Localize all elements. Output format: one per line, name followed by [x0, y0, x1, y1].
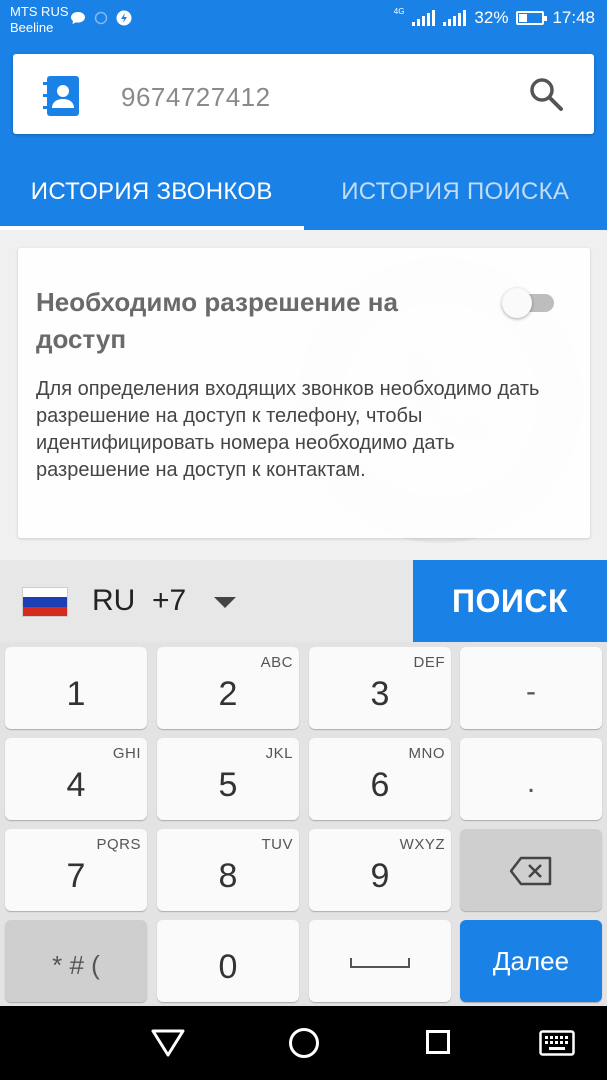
- key-letters: JKL: [265, 745, 293, 762]
- key-6[interactable]: MNO 6: [309, 738, 451, 820]
- keyboard-icon[interactable]: [539, 1030, 575, 1056]
- network-type-icon: 4G: [393, 7, 405, 16]
- country-code[interactable]: RU: [92, 584, 135, 618]
- key-label: 6: [370, 766, 390, 804]
- battery-fill: [519, 14, 528, 22]
- permission-title: Необходимо разрешение на доступ: [36, 287, 398, 354]
- backspace-key[interactable]: [460, 829, 602, 911]
- key-9[interactable]: WXYZ 9: [309, 829, 451, 911]
- chat-bubble-icon: [71, 12, 85, 24]
- key-label: 0: [218, 948, 238, 986]
- search-input[interactable]: 9674727412: [121, 82, 271, 113]
- flag-stripe-red: [23, 606, 67, 616]
- status-bar: MTS RUS Beeline 4G 32% 17:48: [0, 0, 607, 40]
- key-label: -: [526, 675, 536, 708]
- key-label: 9: [370, 857, 390, 895]
- battery-icon: [516, 11, 548, 25]
- key-1[interactable]: 1: [5, 647, 147, 729]
- key-letters: TUV: [261, 836, 293, 853]
- circle-status-icon: [94, 11, 108, 25]
- carrier-name-1: MTS RUS: [10, 4, 69, 19]
- search-icon[interactable]: [528, 76, 564, 112]
- search-box[interactable]: 9674727412: [13, 54, 594, 134]
- key-label: Далее: [492, 946, 570, 976]
- key-symbols[interactable]: * # (: [5, 920, 147, 1002]
- home-circle-icon[interactable]: [289, 1028, 319, 1058]
- key-4[interactable]: GHI 4: [5, 738, 147, 820]
- permission-toggle[interactable]: [502, 288, 556, 318]
- key-space[interactable]: [309, 920, 451, 1002]
- backspace-icon: [509, 856, 552, 886]
- key-label: 2: [218, 675, 238, 713]
- key-8[interactable]: TUV 8: [157, 829, 299, 911]
- space-icon: [350, 958, 410, 968]
- numeric-keyboard: 1 ABC 2 DEF 3 - GHI 4 JKL 5 MNO 6 . PQRS 7 TUV…: [0, 642, 607, 1006]
- flag-stripe-white: [23, 588, 67, 598]
- flag-stripe-blue: [23, 597, 67, 607]
- signal-icon-2: [443, 10, 467, 26]
- key-letters: PQRS: [96, 836, 141, 853]
- app-root: MTS RUS Beeline 4G 32% 17:48 9674727412 …: [0, 0, 607, 1080]
- battery-percent: 32%: [474, 8, 509, 27]
- clock: 17:48: [552, 8, 595, 27]
- key-label: 5: [218, 766, 238, 804]
- next-button[interactable]: Далее: [460, 920, 602, 1002]
- key-label: 1: [66, 675, 86, 713]
- key-5[interactable]: JKL 5: [157, 738, 299, 820]
- key-label: * # (: [52, 950, 100, 980]
- key-letters: MNO: [408, 745, 445, 762]
- key-letters: GHI: [112, 745, 141, 762]
- key-label: .: [526, 766, 536, 799]
- app-header: 9674727412 ИСТОРИЯ ЗВОНКОВ ИСТОРИЯ ПОИСК…: [0, 40, 607, 230]
- carrier-name-2: Beeline: [10, 20, 54, 35]
- tab-call-history[interactable]: ИСТОРИЯ ЗВОНКОВ: [0, 154, 304, 230]
- tab-search-history[interactable]: ИСТОРИЯ ПОИСКА: [304, 154, 607, 230]
- search-button[interactable]: ПОИСК: [413, 560, 607, 642]
- recent-apps-icon[interactable]: [426, 1030, 450, 1054]
- navigation-bar: [0, 1006, 607, 1080]
- key-label: 3: [370, 675, 390, 713]
- carrier-info: MTS RUS Beeline: [10, 4, 69, 36]
- contact-book-icon[interactable]: [43, 76, 79, 116]
- status-right: 4G 32% 17:48: [394, 8, 595, 28]
- permission-description: Для определения входящих звонков необход…: [36, 378, 540, 481]
- signal-icon-1: [412, 10, 436, 26]
- key-2[interactable]: ABC 2: [157, 647, 299, 729]
- russia-flag-icon[interactable]: [22, 587, 68, 617]
- key-letters: DEF: [413, 654, 445, 671]
- tab-bar: ИСТОРИЯ ЗВОНКОВ ИСТОРИЯ ПОИСКА: [0, 154, 607, 230]
- permission-card: Необходимо разрешение на доступ Для опре…: [18, 248, 590, 538]
- key-minus[interactable]: -: [460, 647, 602, 729]
- notification-icons: [70, 10, 132, 26]
- key-period[interactable]: .: [460, 738, 602, 820]
- key-3[interactable]: DEF 3: [309, 647, 451, 729]
- key-letters: WXYZ: [399, 836, 445, 853]
- key-label: 8: [218, 857, 238, 895]
- country-row: RU +7 ПОИСК: [0, 560, 607, 642]
- back-triangle-icon[interactable]: [150, 1028, 186, 1058]
- key-0[interactable]: 0: [157, 920, 299, 1002]
- key-label: 7: [66, 857, 86, 895]
- country-dial-code[interactable]: +7: [152, 584, 186, 618]
- key-letters: ABC: [260, 654, 293, 671]
- content-area: Необходимо разрешение на доступ Для опре…: [0, 230, 607, 560]
- chevron-down-icon[interactable]: [214, 597, 236, 608]
- key-7[interactable]: PQRS 7: [5, 829, 147, 911]
- toggle-knob: [502, 288, 532, 318]
- key-label: 4: [66, 766, 86, 804]
- lightning-icon: [116, 10, 132, 26]
